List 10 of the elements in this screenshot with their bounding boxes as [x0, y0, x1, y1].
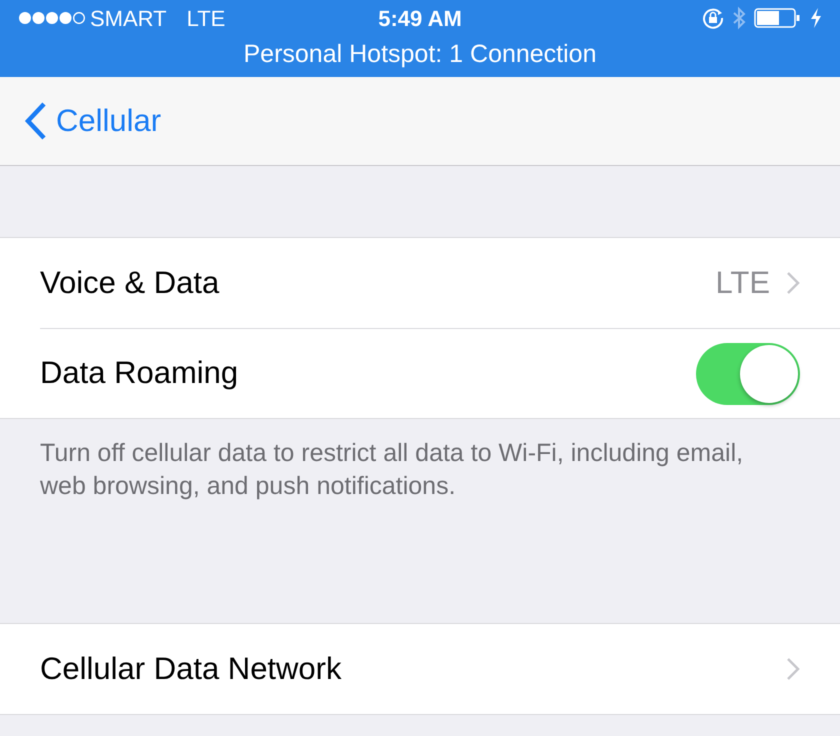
carrier-name: SMART — [90, 4, 167, 32]
footer-note: Turn off cellular data to restrict all data to Wi-Fi, including email, web browsing, and push notifications. — [40, 438, 744, 502]
network-type: LTE — [186, 4, 226, 32]
hotspot-banner[interactable]: Personal Hotspot: 1 Connection — [18, 36, 822, 74]
clock: 5:49 AM — [378, 4, 462, 32]
row-label: Data Roaming — [40, 354, 238, 392]
row-value: LTE — [715, 264, 770, 302]
back-button[interactable]: Cellular — [24, 98, 162, 144]
row-label: Voice & Data — [40, 264, 220, 302]
row-label: Cellular Data Network — [40, 650, 342, 688]
